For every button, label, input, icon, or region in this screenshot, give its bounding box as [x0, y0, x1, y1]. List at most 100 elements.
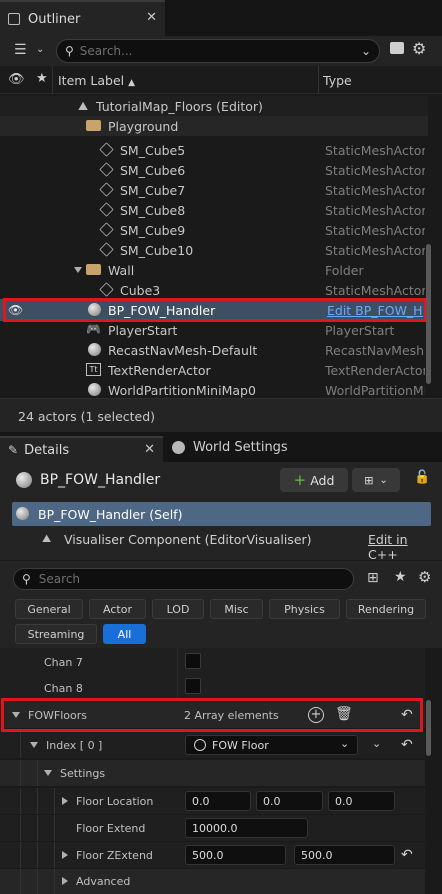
filter-actor[interactable]: Actor [89, 599, 146, 619]
property-row-index0: Index [ 0 ] FOW Floor ⌄ ⌄ ↶ [0, 732, 425, 758]
filter-label: Streaming [27, 627, 85, 641]
tree-row-textrenderactor[interactable]: Tt TextRenderActor TextRenderActor [0, 360, 430, 380]
tree-row-sm-cube9[interactable]: SM_Cube9 StaticMeshActor [0, 220, 430, 240]
floor-extend-input[interactable]: 10000.0 [185, 818, 308, 838]
star-icon[interactable]: ★ [394, 569, 407, 585]
floor-zextend-min[interactable]: 500.0 [185, 845, 286, 865]
expand-arrow-icon[interactable] [74, 267, 82, 273]
add-label: Add [310, 472, 335, 488]
outliner-scrollbar[interactable] [426, 244, 431, 384]
blueprint-options-button[interactable]: ⊞ ⌄ [352, 468, 400, 492]
row-name: Cube3 [120, 282, 161, 298]
property-row-settings[interactable]: Settings [0, 760, 425, 786]
component-self-row[interactable]: BP_FOW_Handler (Self) [12, 502, 431, 526]
star-icon[interactable]: ★ [36, 71, 48, 86]
tab-outliner[interactable]: Outliner ✕ [0, 0, 165, 36]
outliner-tree: ⛰ TutorialMap_Floors (Editor) Playground… [0, 94, 442, 398]
search-icon: ⚲ [22, 572, 31, 586]
tree-row-wall[interactable]: Wall Folder [0, 260, 430, 280]
property-label: Floor ZExtend [76, 849, 153, 862]
highlight-box [1, 698, 423, 732]
add-folder-icon[interactable] [390, 42, 404, 54]
tree-row-worldpartitionminimap[interactable]: WorldPartitionMiniMap0 WorldPartitionMin… [0, 380, 430, 400]
row-name: TutorialMap_Floors (Editor) [96, 98, 263, 114]
expand-arrow-icon[interactable] [62, 877, 68, 885]
tree-row-tutorialmap[interactable]: ⛰ TutorialMap_Floors (Editor) [0, 96, 430, 116]
close-icon[interactable]: ✕ [144, 442, 155, 457]
blueprint-icon: ⊞ [364, 473, 374, 487]
tab-world-settings[interactable]: World Settings [172, 440, 288, 455]
tab-outliner-label: Outliner [28, 11, 81, 27]
property-row-floor-extend: Floor Extend 10000.0 [0, 815, 425, 841]
filter-rendering[interactable]: Rendering [346, 599, 426, 619]
filter-misc[interactable]: Misc [210, 599, 263, 619]
filter-physics[interactable]: Physics [269, 599, 340, 619]
column-item-label[interactable]: Item Label ▲ [58, 73, 135, 88]
floor-location-z[interactable]: 0.0 [328, 791, 395, 811]
filter-lod[interactable]: LOD [152, 599, 204, 619]
static-mesh-icon [99, 282, 114, 297]
chan8-checkbox[interactable] [185, 678, 201, 694]
row-name: SM_Cube9 [120, 222, 186, 238]
tree-row-recastnavmesh[interactable]: RecastNavMesh-Default RecastNavMesh [0, 340, 430, 360]
fow-floor-dropdown[interactable]: FOW Floor ⌄ [185, 735, 358, 755]
static-mesh-icon [99, 142, 114, 157]
filter-general[interactable]: General [15, 599, 83, 619]
expand-arrow-icon[interactable] [44, 770, 52, 776]
tree-row-sm-cube10[interactable]: SM_Cube10 StaticMeshActor [0, 240, 430, 260]
outliner-search-input[interactable]: ⚲ Search... ⌄ [56, 39, 380, 63]
actor-icon [16, 472, 32, 488]
outliner-header: 👁 ★ Item Label ▲ Type [0, 66, 442, 94]
eye-icon[interactable]: 👁 [8, 72, 25, 87]
property-row-chan7: Chan 7 [0, 648, 425, 674]
reset-icon[interactable]: ↶ [401, 737, 413, 753]
actor-icon [88, 383, 101, 396]
chevron-down-icon[interactable]: ⌄ [36, 44, 44, 55]
tree-row-sm-cube5[interactable]: SM_Cube5 StaticMeshActor [0, 140, 430, 160]
filter-all[interactable]: All [103, 624, 146, 644]
filter-streaming[interactable]: Streaming [15, 624, 97, 644]
tree-row-sm-cube8[interactable]: SM_Cube8 StaticMeshActor [0, 200, 430, 220]
table-view-icon[interactable]: ⊞ [367, 570, 379, 586]
details-search-input[interactable]: ⚲ Search [13, 568, 354, 590]
row-type: StaticMeshActor [325, 282, 425, 298]
floor-location-y[interactable]: 0.0 [256, 791, 323, 811]
chevron-down-icon[interactable]: ⌄ [372, 737, 381, 750]
details-scrollbar[interactable] [426, 700, 431, 756]
floor-zextend-max[interactable]: 500.0 [294, 845, 395, 865]
player-start-icon: 🎮 [86, 322, 101, 336]
tree-row-playerstart[interactable]: 🎮 PlayerStart PlayerStart [0, 320, 430, 340]
globe-icon [172, 441, 185, 454]
row-name: SM_Cube10 [120, 242, 194, 258]
expand-arrow-icon[interactable] [62, 797, 68, 805]
chevron-down-icon: ⌄ [340, 737, 350, 750]
expand-arrow-icon[interactable] [30, 742, 38, 748]
close-icon[interactable]: ✕ [146, 10, 157, 25]
property-label: Chan 7 [44, 656, 83, 669]
gear-icon[interactable]: ⚙ [412, 39, 426, 58]
row-type: Folder [325, 262, 364, 278]
tree-row-sm-cube6[interactable]: SM_Cube6 StaticMeshActor [0, 160, 430, 180]
component-row-visualiser[interactable]: ⛰ Visualiser Component (EditorVisualiser… [12, 528, 431, 562]
property-row-advanced[interactable]: Advanced [0, 869, 425, 894]
field-value: 500.0 [192, 848, 224, 862]
chan7-checkbox[interactable] [185, 653, 201, 669]
reset-icon[interactable]: ↶ [401, 847, 413, 863]
column-type[interactable]: Type [323, 73, 352, 88]
tab-details[interactable]: ✎ Details ✕ [0, 436, 163, 462]
row-name: PlayerStart [108, 322, 178, 338]
tree-row-playground[interactable]: Playground [0, 116, 430, 136]
folder-icon [86, 264, 101, 275]
edit-in-cpp-link[interactable]: Edit in C++ [368, 532, 431, 562]
actor-icon [16, 507, 29, 520]
tree-row-sm-cube7[interactable]: SM_Cube7 StaticMeshActor [0, 180, 430, 200]
add-component-button[interactable]: + Add [280, 468, 348, 492]
filter-icon[interactable]: ☰ [14, 42, 27, 58]
floor-location-x[interactable]: 0.0 [185, 791, 251, 811]
row-name: SM_Cube5 [120, 142, 186, 158]
tree-row-cube3[interactable]: Cube3 StaticMeshActor [0, 280, 430, 300]
expand-arrow-icon[interactable] [62, 851, 68, 859]
lock-icon[interactable]: 🔓 [414, 470, 430, 485]
gear-icon[interactable]: ⚙ [418, 568, 431, 586]
chevron-down-icon: ⌄ [379, 474, 388, 486]
